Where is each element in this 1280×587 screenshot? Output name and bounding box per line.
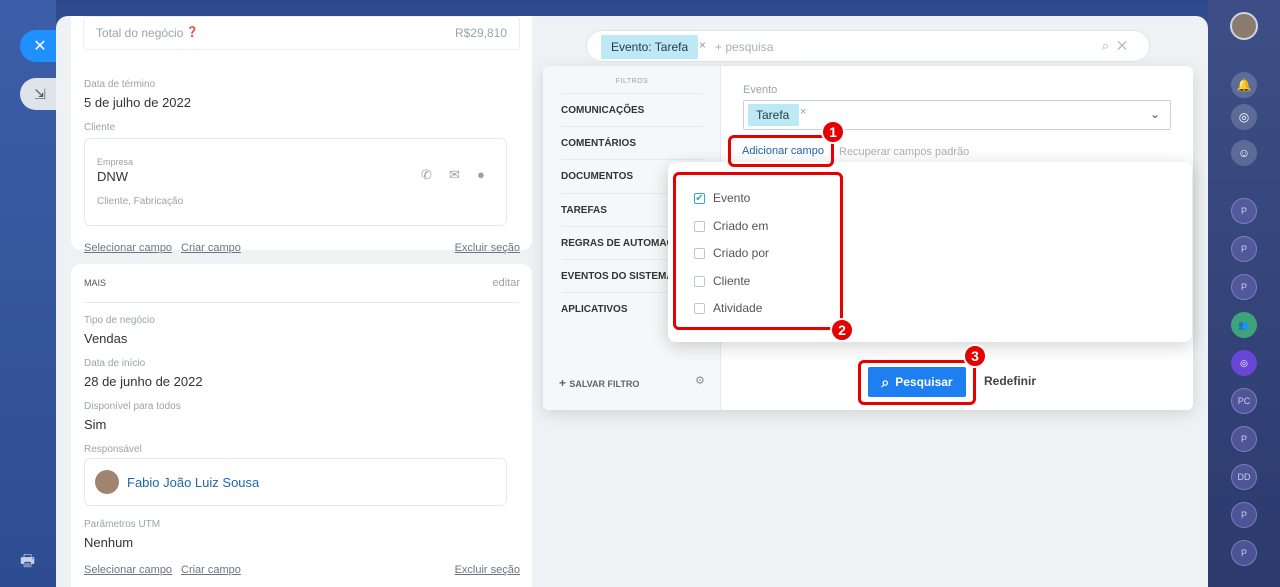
- end-date-label: Data de término: [84, 79, 156, 90]
- client-label: Cliente: [84, 122, 116, 133]
- filter-title: FILTROS: [615, 78, 649, 85]
- gear-icon[interactable]: ⚙: [695, 374, 705, 387]
- step-badge-2: 2: [830, 318, 854, 342]
- search-chip[interactable]: Evento: Tarefa: [601, 35, 699, 59]
- group-icon[interactable]: 👥: [1231, 312, 1257, 338]
- responsible-card: Fabio João Luiz Sousa: [84, 458, 507, 506]
- bell-icon[interactable]: 🔔: [1231, 72, 1257, 98]
- more-card: MAIS editar Tipo de negócio Vendas Data …: [71, 264, 532, 587]
- right-sidebar-item[interactable]: PC: [1231, 388, 1257, 414]
- save-filter-button[interactable]: + SALVAR FILTRO: [559, 376, 639, 390]
- create-field-link[interactable]: Criar campo: [181, 564, 241, 576]
- restore-fields-link[interactable]: Recuperar campos padrão: [839, 146, 969, 158]
- reset-button[interactable]: Redefinir: [984, 374, 1036, 388]
- search-icon[interactable]: ⌕✕: [1102, 38, 1135, 54]
- right-sidebar-item[interactable]: P: [1231, 274, 1257, 300]
- help-icon[interactable]: ❓: [186, 27, 198, 38]
- more-title: MAIS: [84, 278, 107, 288]
- responsible-name[interactable]: Fabio João Luiz Sousa: [127, 475, 259, 490]
- step-badge-3: 3: [963, 344, 987, 368]
- search-input[interactable]: + pesquisa: [715, 40, 773, 54]
- chat-icon[interactable]: ☺: [1231, 140, 1257, 166]
- delete-section-link[interactable]: Excluir seção: [455, 242, 520, 254]
- deal-type-value: Vendas: [84, 331, 128, 346]
- right-sidebar: 🔔 ◎ ☺ P P P 👥 ◎ PC P DD P P: [1208, 0, 1280, 587]
- delete-section-link[interactable]: Excluir seção: [455, 564, 520, 576]
- deal-info-card: Total do negócio ❓ R$29,810 Data de térm…: [71, 16, 532, 254]
- event-label: Evento: [743, 84, 778, 96]
- start-date-label: Data de início: [84, 358, 146, 369]
- company-card: Empresa DNW Cliente, Fabricação ✆ ✉ ●: [84, 138, 507, 226]
- minimize-icon[interactable]: ⇲: [20, 78, 60, 110]
- filter-search-bar[interactable]: Evento: Tarefa × + pesquisa ⌕✕: [586, 30, 1150, 62]
- right-sidebar-item[interactable]: P: [1231, 426, 1257, 452]
- total-label: Total do negócio: [96, 26, 184, 40]
- event-select[interactable]: Tarefa × ⌄: [743, 100, 1171, 130]
- chevron-down-icon[interactable]: ⌄: [1150, 107, 1160, 121]
- available-value: Sim: [84, 417, 107, 432]
- create-field-link[interactable]: Criar campo: [181, 242, 241, 254]
- total-value: R$29,810: [454, 26, 507, 40]
- filter-item[interactable]: COMENTÁRIOS: [561, 126, 703, 159]
- divider: [84, 302, 519, 303]
- company-sub: Cliente, Fabricação: [97, 196, 184, 207]
- plus-icon: +: [559, 376, 570, 390]
- start-date-value: 28 de junho de 2022: [84, 374, 203, 389]
- highlight-search: [858, 360, 976, 405]
- step-badge-1: 1: [821, 120, 845, 144]
- edit-link[interactable]: editar: [492, 277, 520, 289]
- print-icon[interactable]: 🖶: [20, 550, 35, 577]
- utm-label: Parâmetros UTM: [84, 519, 161, 530]
- save-filter-label: SALVAR FILTRO: [569, 379, 640, 389]
- highlight-add-field: [728, 135, 834, 167]
- chip-close-icon[interactable]: ×: [699, 38, 706, 52]
- mail-icon[interactable]: ✉: [449, 167, 460, 183]
- phone-icon[interactable]: ✆: [421, 167, 432, 183]
- select-field-link[interactable]: Selecionar campo: [84, 564, 172, 576]
- spiral-icon[interactable]: ◎: [1231, 104, 1257, 130]
- avatar: [95, 470, 119, 494]
- right-sidebar-item[interactable]: P: [1231, 198, 1257, 224]
- utm-value: Nenhum: [84, 535, 134, 550]
- close-icon[interactable]: ✕: [20, 30, 60, 62]
- event-chip[interactable]: Tarefa: [748, 104, 800, 126]
- company-label: Empresa: [97, 157, 134, 167]
- right-sidebar-item[interactable]: P: [1231, 540, 1257, 566]
- right-sidebar-item[interactable]: DD: [1231, 464, 1257, 490]
- chip-close-icon[interactable]: ×: [800, 106, 806, 118]
- user-avatar[interactable]: [1230, 12, 1258, 40]
- chat-bubble-icon[interactable]: ●: [477, 167, 485, 182]
- right-sidebar-item[interactable]: P: [1231, 502, 1257, 528]
- available-label: Disponível para todos: [84, 401, 181, 412]
- highlight-field-list: [673, 172, 843, 330]
- end-date-value: 5 de julho de 2022: [84, 95, 191, 110]
- company-name[interactable]: DNW: [97, 169, 128, 184]
- deal-panel: Total do negócio ❓ R$29,810 Data de térm…: [56, 16, 1208, 587]
- filter-item[interactable]: COMUNICAÇÕES: [561, 93, 703, 126]
- responsible-label: Responsável: [84, 444, 142, 455]
- spiral-violet-icon[interactable]: ◎: [1231, 350, 1257, 376]
- deal-total-row: Total do negócio ❓ R$29,810: [83, 16, 520, 50]
- right-sidebar-item[interactable]: P: [1231, 236, 1257, 262]
- select-field-link[interactable]: Selecionar campo: [84, 242, 172, 254]
- deal-type-label: Tipo de negócio: [84, 315, 155, 326]
